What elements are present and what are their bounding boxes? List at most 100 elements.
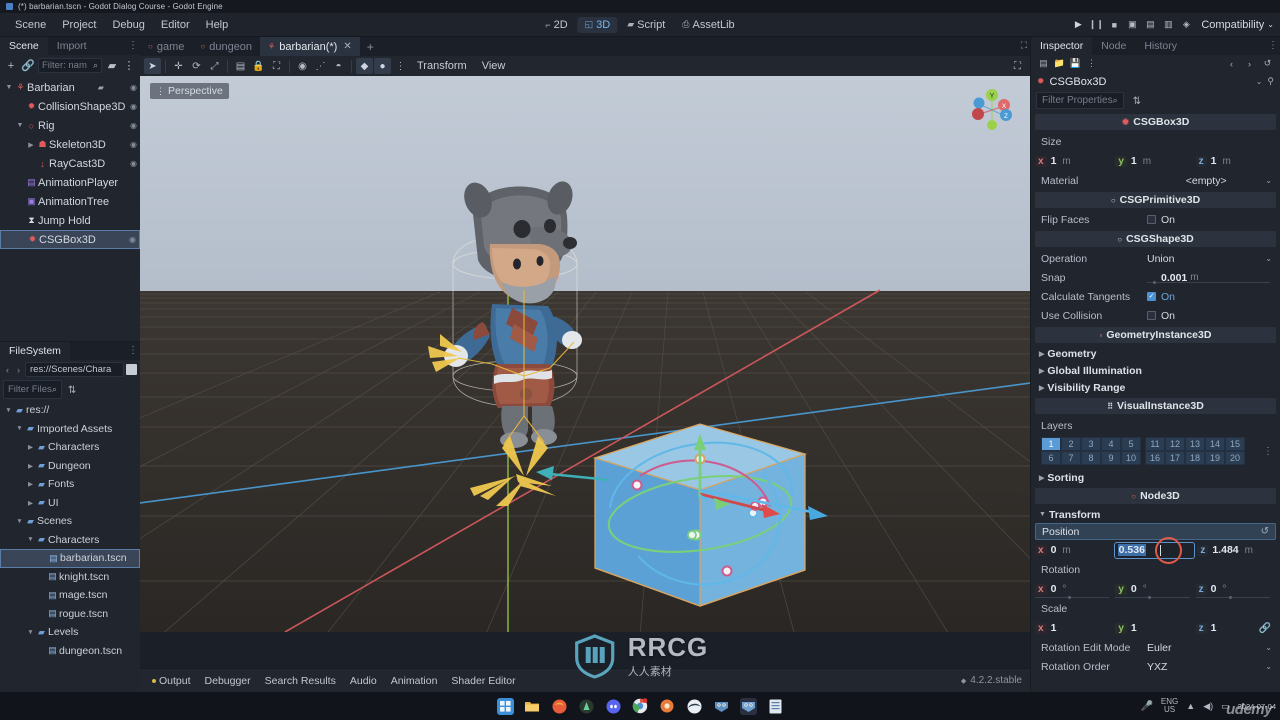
layer-cell-14[interactable]: 14 (1205, 437, 1225, 451)
layer-cell-7[interactable]: 7 (1061, 451, 1081, 465)
chevron-down-icon[interactable]: ▼ (26, 536, 35, 543)
panel-menu-icon[interactable]: ⋮ (128, 40, 138, 51)
layer-cell-10[interactable]: 10 (1121, 451, 1141, 465)
load-resource-icon[interactable]: 📁 (1053, 57, 1066, 70)
layer-cell-11[interactable]: 11 (1145, 437, 1165, 451)
file-explorer-icon[interactable] (524, 698, 541, 715)
layer-cell-5[interactable]: 5 (1121, 437, 1141, 451)
open-docs-icon[interactable]: ⚲ (1267, 76, 1274, 87)
filesystem-menu-icon[interactable]: ⋮ (128, 345, 138, 356)
back-icon[interactable]: ‹ (1225, 57, 1238, 70)
file-item-ui[interactable]: ▶ ▰ UI (0, 494, 140, 513)
chevron-right-icon[interactable]: ▶ (26, 462, 35, 470)
snap-magnet-icon[interactable]: ● (374, 58, 391, 74)
menu-debug[interactable]: Debug (105, 16, 151, 34)
wifi-icon[interactable]: ▲ (1186, 701, 1195, 711)
scene-filter-input[interactable]: Filter: nam ⌕ (38, 58, 102, 73)
mode-2d-button[interactable]: ⌐ 2D (538, 17, 574, 33)
file-item-scenes[interactable]: ▼ ▰ Scenes (0, 512, 140, 531)
flip-faces-checkbox[interactable]: On (1147, 214, 1276, 226)
tab-import[interactable]: Import (48, 37, 96, 55)
discord-icon[interactable] (605, 698, 622, 715)
sort-files-icon[interactable]: ⇅ (68, 385, 76, 396)
size-z-field[interactable]: z 1 m (1195, 153, 1274, 170)
menu-project[interactable]: Project (55, 16, 103, 34)
attach-script-button[interactable]: ▰ (105, 59, 119, 73)
scene-tree-item-rig[interactable]: ▼ ○ Rig ◉ (0, 116, 140, 135)
inspector-menu-icon[interactable]: ⋮ (1268, 40, 1278, 51)
size-x-field[interactable]: x 1 m (1035, 153, 1113, 170)
play-custom-icon[interactable]: ▥ (1160, 17, 1176, 33)
use-collision-checkbox[interactable]: On (1147, 310, 1276, 322)
layer-cell-6[interactable]: 6 (1041, 451, 1061, 465)
bottom-tab-output[interactable]: Output (146, 673, 197, 689)
chevron-down-icon[interactable]: ▼ (4, 84, 14, 91)
nav-forward-icon[interactable]: › (14, 365, 23, 375)
layer-cell-4[interactable]: 4 (1101, 437, 1121, 451)
update-icon[interactable] (659, 698, 676, 715)
inspected-object-row[interactable]: ✹ CSGBox3D ⌄ ⚲ (1031, 72, 1280, 91)
file-item-fonts[interactable]: ▶ ▰ Fonts (0, 475, 140, 494)
renderer-selector[interactable]: Compatibility ⌄ (1201, 19, 1274, 31)
list-select-icon[interactable]: ▤ (232, 58, 249, 74)
windows-start-icon[interactable] (496, 697, 514, 715)
scene-tree-item-barbarian[interactable]: ▼ ⚘ Barbarian ▰ ◉ (0, 78, 140, 97)
3d-viewport[interactable]: ⋮ Perspective Y X Z (140, 76, 1030, 668)
file-item-characters[interactable]: ▶ ▰ Characters (0, 438, 140, 457)
new-scene-button[interactable]: + (360, 37, 381, 56)
lock-icon[interactable]: 🔒 (250, 58, 267, 74)
subsection-sorting[interactable]: ▶ Sorting (1035, 469, 1276, 486)
scene-tree-item-jump-hold[interactable]: ⧗ Jump Hold (0, 211, 140, 230)
menu-help[interactable]: Help (199, 16, 236, 34)
file-item-mage-tscn[interactable]: ▤ mage.tscn (0, 586, 140, 605)
visibility-toggle-icon[interactable]: ◉ (130, 83, 137, 92)
bottom-tab-audio[interactable]: Audio (344, 673, 383, 689)
camera-preview-icon[interactable]: ◓ (330, 58, 347, 74)
property-use-collision[interactable]: Use Collision On (1035, 306, 1276, 325)
godot-icon[interactable] (713, 698, 730, 715)
scale-x-field[interactable]: x 1 (1035, 620, 1113, 637)
mode-assetlib-button[interactable]: ⎙ AssetLib (675, 17, 741, 33)
chrome-icon[interactable] (632, 698, 649, 715)
tab-history[interactable]: History (1135, 37, 1186, 55)
expand-viewport-icon[interactable]: ⛶ (1009, 58, 1026, 74)
bottom-tab-search-results[interactable]: Search Results (259, 673, 342, 689)
property-calculate-tangents[interactable]: Calculate Tangents On (1035, 287, 1276, 306)
files-filter-input[interactable]: Filter Files ⌕ (3, 380, 62, 399)
move-mode-icon[interactable]: ✛ (170, 58, 187, 74)
bottom-tab-debugger[interactable]: Debugger (199, 673, 257, 689)
godot-active-icon[interactable] (739, 697, 757, 715)
properties-filter-input[interactable]: Filter Properties ⌕ (1036, 92, 1124, 109)
chevron-down-icon[interactable]: ▼ (15, 518, 24, 525)
scene-tree-item-collisionshape3d[interactable]: ✹ CollisionShape3D ◉ (0, 97, 140, 116)
tab-scene[interactable]: Scene (0, 37, 48, 55)
scale-z-field[interactable]: z 1 🔗 (1195, 620, 1274, 637)
forward-icon[interactable]: › (1243, 57, 1256, 70)
mode-script-button[interactable]: ▰ Script (620, 17, 672, 33)
file-item-rogue-tscn[interactable]: ▤ rogue.tscn (0, 605, 140, 624)
file-item-res-[interactable]: ▼ ▰ res:// (0, 401, 140, 420)
ruler-icon[interactable]: ◉ (294, 58, 311, 74)
layer-cell-20[interactable]: 20 (1225, 451, 1245, 465)
toggle-split-mode-icon[interactable] (126, 364, 137, 375)
file-item-dungeon[interactable]: ▶ ▰ Dungeon (0, 457, 140, 476)
property-operation[interactable]: Operation Union ⌄ (1035, 249, 1276, 268)
history-icon[interactable]: ↺ (1261, 57, 1274, 70)
perspective-label[interactable]: ⋮ Perspective (150, 83, 229, 99)
scene-tab-dungeon[interactable]: ○ dungeon (192, 37, 260, 56)
file-item-dungeon-tscn[interactable]: ▤ dungeon.tscn (0, 642, 140, 661)
rotation-edit-mode-dropdown[interactable]: Euler ⌄ (1147, 642, 1276, 654)
position-x-field[interactable]: x 0 m (1035, 542, 1112, 559)
inspector-settings-icon[interactable]: ⇅ (1133, 96, 1141, 107)
microphone-icon[interactable]: 🎤 (1140, 701, 1152, 712)
close-icon[interactable]: ✕ (343, 41, 351, 52)
operation-dropdown[interactable]: Union ⌄ (1147, 253, 1276, 265)
menu-scene[interactable]: Scene (8, 16, 53, 34)
tab-inspector[interactable]: Inspector (1031, 37, 1093, 55)
stop-icon[interactable]: ■ (1106, 17, 1122, 33)
chevron-down-icon[interactable]: ▼ (4, 407, 13, 414)
play-scene-icon[interactable]: ▤ (1142, 17, 1158, 33)
chevron-right-icon[interactable]: ▶ (26, 141, 36, 149)
new-resource-icon[interactable]: ▤ (1037, 57, 1050, 70)
scale-mode-icon[interactable]: ⤢ (206, 58, 223, 74)
